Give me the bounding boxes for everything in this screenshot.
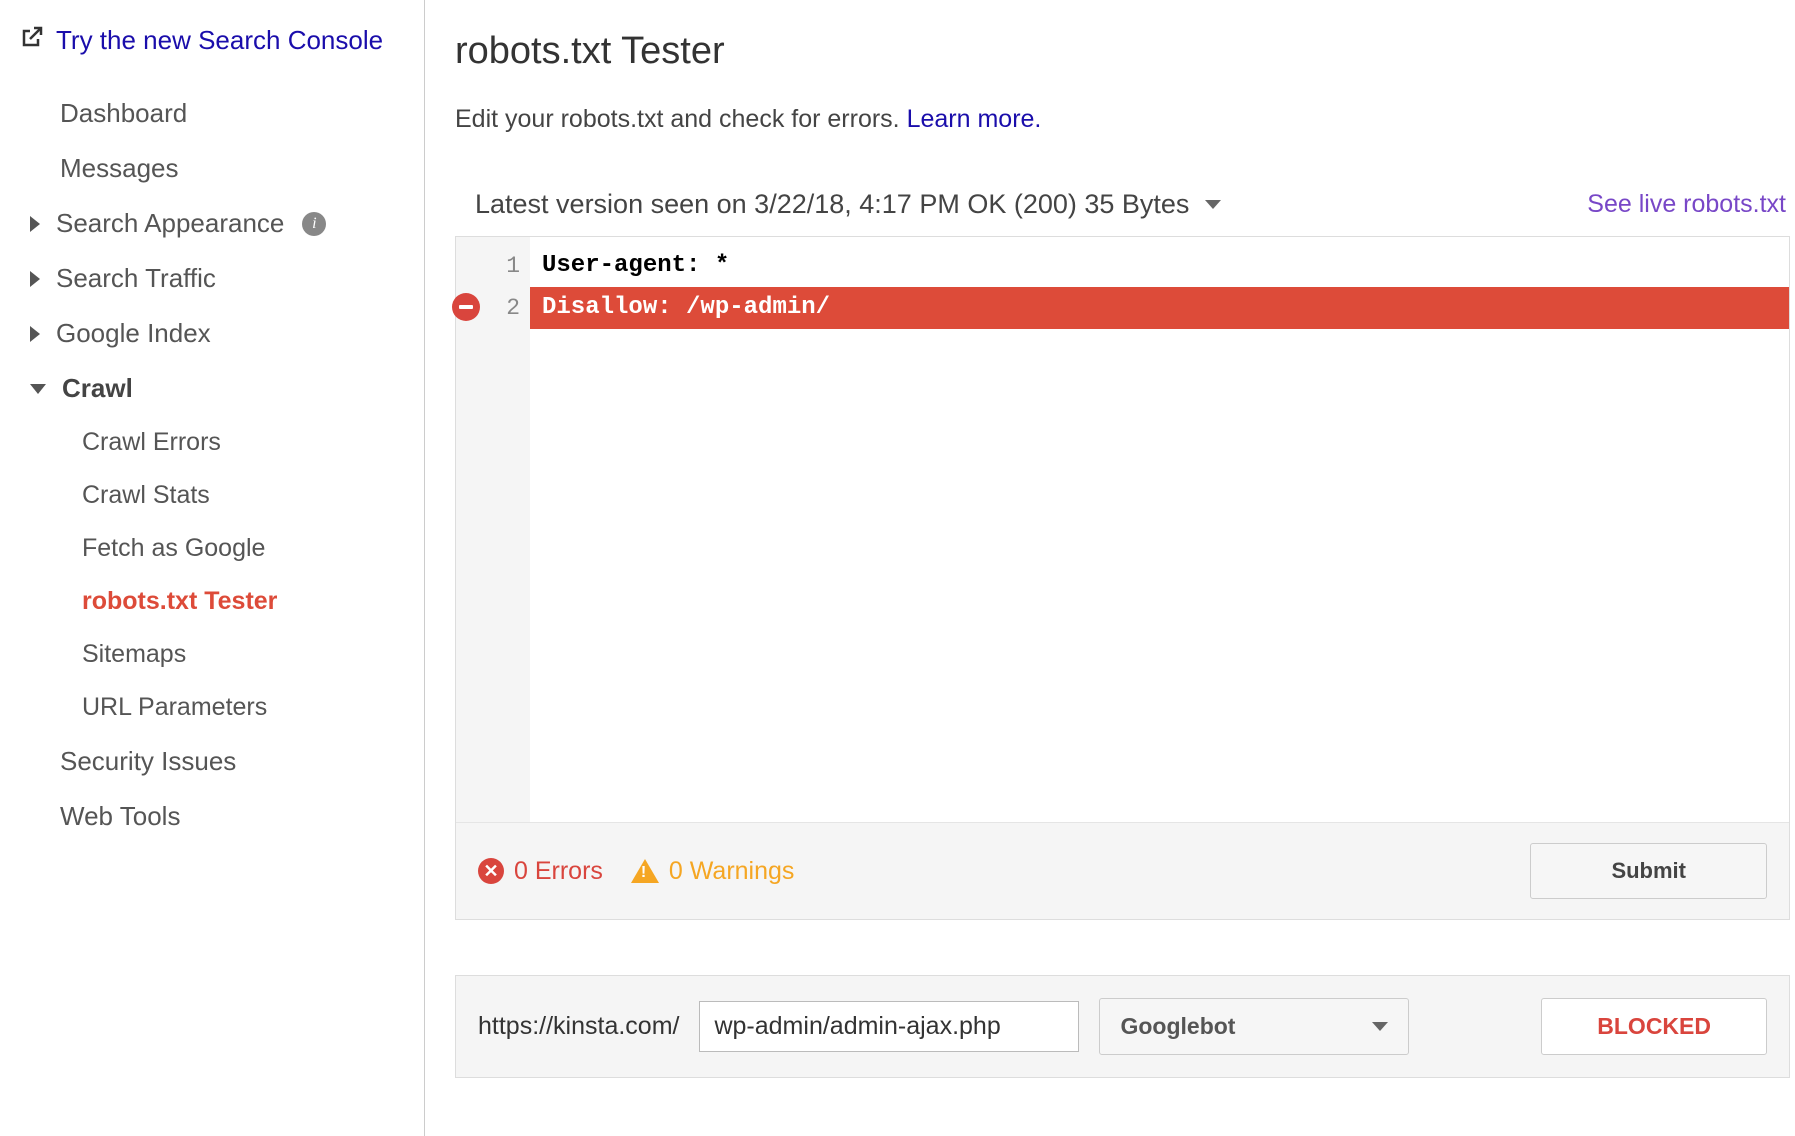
- submit-button[interactable]: Submit: [1530, 843, 1767, 899]
- chevron-down-icon: [1372, 1022, 1388, 1031]
- line-gutter: 1 2: [456, 237, 530, 822]
- line-number: 2: [456, 287, 530, 329]
- base-url-label: https://kinsta.com/: [478, 1012, 679, 1041]
- sidebar-label-crawl-stats: Crawl Stats: [82, 481, 210, 510]
- code-line[interactable]: User-agent: *: [530, 245, 1789, 287]
- main-content: robots.txt Tester Edit your robots.txt a…: [425, 0, 1795, 1136]
- warning-icon: [631, 859, 659, 883]
- caret-down-icon: [30, 384, 46, 394]
- sidebar-label-search-traffic: Search Traffic: [56, 263, 216, 294]
- sidebar: Try the new Search Console Dashboard Mes…: [0, 0, 425, 1136]
- sidebar-group-google-index[interactable]: Google Index: [10, 306, 414, 361]
- info-icon[interactable]: i: [302, 212, 326, 236]
- sidebar-item-crawl-stats[interactable]: Crawl Stats: [10, 469, 414, 522]
- url-path-input[interactable]: [699, 1001, 1079, 1052]
- sidebar-label-messages: Messages: [60, 153, 179, 184]
- see-live-link[interactable]: See live robots.txt: [1587, 190, 1786, 219]
- caret-right-icon: [30, 271, 40, 287]
- sidebar-item-fetch-as-google[interactable]: Fetch as Google: [10, 522, 414, 575]
- sidebar-label-crawl: Crawl: [62, 373, 133, 404]
- sidebar-item-web-tools[interactable]: Web Tools: [10, 789, 414, 844]
- bot-select-label: Googlebot: [1120, 1013, 1235, 1040]
- sidebar-label-web-tools: Web Tools: [60, 801, 180, 832]
- sidebar-item-robots-tester[interactable]: robots.txt Tester: [10, 575, 414, 628]
- code-line-blocked[interactable]: Disallow: /wp-admin/: [530, 287, 1789, 329]
- sidebar-label-google-index: Google Index: [56, 318, 211, 349]
- sidebar-group-search-appearance[interactable]: Search Appearance i: [10, 196, 414, 251]
- stop-icon: [452, 293, 480, 321]
- warnings-count: 0 Warnings: [669, 857, 795, 886]
- sidebar-label-sitemaps: Sitemaps: [82, 640, 186, 669]
- errors-count: 0 Errors: [514, 857, 603, 886]
- sidebar-label-robots-tester: robots.txt Tester: [82, 587, 277, 616]
- sidebar-group-search-traffic[interactable]: Search Traffic: [10, 251, 414, 306]
- code-area[interactable]: User-agent: * Disallow: /wp-admin/: [530, 237, 1789, 822]
- code-editor[interactable]: 1 2 User-agent: * Disallow: /wp-admin/: [456, 237, 1789, 822]
- sidebar-group-crawl[interactable]: Crawl: [10, 361, 414, 416]
- sidebar-label-crawl-errors: Crawl Errors: [82, 428, 221, 457]
- external-link-icon: [20, 25, 44, 56]
- sidebar-label-dashboard: Dashboard: [60, 98, 187, 129]
- editor-status-bar: ✕ 0 Errors 0 Warnings Submit: [456, 822, 1789, 919]
- page-subtitle: Edit your robots.txt and check for error…: [455, 105, 1790, 134]
- new-console-link-text[interactable]: Try the new Search Console: [56, 25, 383, 56]
- version-dropdown[interactable]: Latest version seen on 3/22/18, 4:17 PM …: [475, 189, 1221, 220]
- sidebar-label-search-appearance: Search Appearance: [56, 208, 284, 239]
- caret-right-icon: [30, 216, 40, 232]
- sidebar-item-dashboard[interactable]: Dashboard: [10, 86, 414, 141]
- robots-editor: 1 2 User-agent: * Disallow: /wp-admin/ ✕: [455, 236, 1790, 920]
- error-icon: ✕: [478, 858, 504, 884]
- page-title: robots.txt Tester: [455, 30, 1790, 73]
- sidebar-item-crawl-errors[interactable]: Crawl Errors: [10, 416, 414, 469]
- learn-more-link[interactable]: Learn more.: [907, 105, 1042, 133]
- version-text: Latest version seen on 3/22/18, 4:17 PM …: [475, 189, 1189, 220]
- new-console-link[interactable]: Try the new Search Console: [10, 25, 414, 56]
- test-result-button[interactable]: BLOCKED: [1541, 998, 1767, 1055]
- sidebar-item-security-issues[interactable]: Security Issues: [10, 734, 414, 789]
- url-test-panel: https://kinsta.com/ Googlebot BLOCKED: [455, 975, 1790, 1078]
- sidebar-label-security-issues: Security Issues: [60, 746, 236, 777]
- version-row: Latest version seen on 3/22/18, 4:17 PM …: [455, 189, 1790, 236]
- sidebar-item-sitemaps[interactable]: Sitemaps: [10, 628, 414, 681]
- caret-right-icon: [30, 326, 40, 342]
- sidebar-item-url-parameters[interactable]: URL Parameters: [10, 681, 414, 734]
- line-number: 1: [456, 245, 530, 287]
- sidebar-item-messages[interactable]: Messages: [10, 141, 414, 196]
- subtitle-text: Edit your robots.txt and check for error…: [455, 105, 907, 133]
- sidebar-label-url-parameters: URL Parameters: [82, 693, 267, 722]
- bot-select[interactable]: Googlebot: [1099, 998, 1409, 1055]
- sidebar-label-fetch-as-google: Fetch as Google: [82, 534, 265, 563]
- chevron-down-icon: [1205, 200, 1221, 209]
